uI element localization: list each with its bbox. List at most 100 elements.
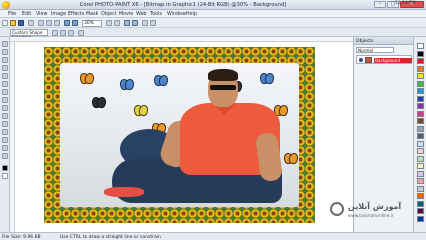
butterfly-icon — [92, 97, 106, 106]
cut-icon[interactable] — [38, 20, 44, 26]
docker-title: Objects — [354, 37, 414, 45]
color-swatch[interactable] — [417, 43, 424, 49]
color-swatch[interactable] — [417, 163, 424, 169]
effect-tool-icon[interactable] — [2, 145, 8, 151]
new-file-icon[interactable] — [2, 20, 8, 26]
fill-tool-icon[interactable] — [2, 113, 8, 119]
color-swatch[interactable] — [417, 178, 424, 184]
eraser-tool-icon[interactable] — [2, 129, 8, 135]
shape-tool-icon[interactable] — [2, 121, 8, 127]
color-swatch[interactable] — [417, 133, 424, 139]
toolbox — [0, 37, 10, 232]
zoom-tool-icon[interactable] — [2, 81, 8, 87]
zoom-out-icon[interactable] — [114, 20, 120, 26]
freehand-mask-tool-icon[interactable] — [2, 65, 8, 71]
color-swatch[interactable] — [417, 193, 424, 199]
color-swatch[interactable] — [417, 185, 424, 192]
pick-tool-icon[interactable] — [2, 41, 8, 47]
eye-icon[interactable] — [359, 58, 363, 62]
menu-image[interactable]: Image — [51, 12, 66, 17]
clone-tool-icon[interactable] — [2, 137, 8, 143]
color-swatch[interactable] — [417, 50, 424, 57]
menu-help[interactable]: Help — [186, 12, 197, 17]
color-swatch[interactable] — [417, 95, 424, 102]
menu-file[interactable]: File — [8, 12, 16, 17]
vertical-ruler — [10, 42, 15, 232]
menu-mask[interactable]: Mask — [86, 12, 98, 17]
color-swatch[interactable] — [417, 140, 424, 147]
photo-area — [60, 63, 299, 207]
menu-window[interactable]: Window — [167, 12, 186, 17]
document-image[interactable] — [44, 47, 315, 223]
copy-icon[interactable] — [46, 20, 52, 26]
standard-toolbar: 30% — [0, 18, 426, 28]
image-sprayer-tool-icon[interactable] — [2, 153, 8, 159]
eyedropper-tool-icon[interactable] — [2, 89, 8, 95]
color-swatch[interactable] — [417, 65, 424, 72]
menu-object[interactable]: Object — [101, 12, 117, 17]
zoom-in-icon[interactable] — [106, 20, 112, 26]
color-swatch[interactable] — [417, 118, 424, 124]
butterfly-icon — [120, 79, 134, 88]
menu-effects[interactable]: Effects — [68, 12, 84, 17]
color-swatch[interactable] — [417, 148, 424, 154]
options-icon[interactable] — [142, 20, 148, 26]
mask-transform-tool-icon[interactable] — [2, 49, 8, 55]
color-swatch[interactable] — [417, 88, 424, 94]
redo-icon[interactable] — [72, 20, 78, 26]
merge-mode-select[interactable]: Normal — [356, 47, 394, 53]
color-swatch[interactable] — [417, 80, 424, 87]
text-tool-icon[interactable] — [2, 97, 8, 103]
feather-icon[interactable] — [78, 29, 84, 36]
color-swatch[interactable] — [417, 200, 424, 207]
color-swatch[interactable] — [417, 215, 424, 222]
color-swatch[interactable] — [417, 103, 424, 109]
full-screen-icon[interactable] — [132, 20, 138, 26]
layer-row-background[interactable]: Background — [356, 55, 412, 64]
save-icon[interactable] — [18, 20, 24, 26]
color-swatch[interactable] — [417, 110, 424, 117]
menu-bar: File Edit View Image Effects Mask Object… — [0, 10, 426, 18]
fit-page-icon[interactable] — [124, 20, 130, 26]
man-sunglasses — [210, 85, 236, 90]
color-swatch[interactable] — [417, 208, 424, 214]
foreground-color-swatch[interactable] — [2, 165, 8, 171]
horizontal-ruler — [10, 37, 353, 42]
title-bar: Corel PHOTO-PAINT X6 - [Bitmap in Graphi… — [0, 0, 426, 10]
gear-icon[interactable] — [150, 20, 156, 26]
color-swatch[interactable] — [417, 155, 424, 162]
man-hair — [208, 69, 238, 81]
zoom-level-field[interactable]: 30% — [82, 20, 102, 27]
brush-size-icon[interactable] — [60, 29, 66, 36]
window-title: Corel PHOTO-PAINT X6 - [Bitmap in Graphi… — [79, 1, 287, 8]
status-hint: Use CTRL to draw a straight line or cons… — [60, 234, 161, 240]
paste-icon[interactable] — [54, 20, 60, 26]
undo-icon[interactable] — [64, 20, 70, 26]
color-swatch[interactable] — [417, 170, 424, 177]
brush-shape-icon[interactable] — [52, 29, 58, 36]
open-folder-icon[interactable] — [10, 20, 16, 26]
menu-view[interactable]: View — [36, 12, 47, 17]
print-icon[interactable] — [28, 20, 34, 26]
menu-edit[interactable]: Edit — [22, 12, 31, 17]
menu-tools[interactable]: Tools — [150, 12, 162, 17]
shape-mode-select[interactable]: Custom Shape Selection — [10, 29, 48, 40]
menu-web[interactable]: Web — [136, 12, 146, 17]
color-swatch[interactable] — [417, 58, 424, 64]
menu-movie[interactable]: Movie — [119, 12, 133, 17]
brush-tool-icon[interactable] — [2, 105, 8, 111]
crop-tool-icon[interactable] — [2, 73, 8, 79]
color-swatch[interactable] — [417, 125, 424, 132]
minimize-button[interactable]: – — [374, 1, 386, 8]
background-color-swatch[interactable] — [2, 173, 8, 179]
watermark-text: آموزش آنلاین — [348, 202, 402, 211]
color-swatch[interactable] — [417, 73, 424, 79]
layer-name: Background — [374, 57, 412, 63]
butterfly-icon — [284, 153, 298, 162]
butterfly-icon — [260, 73, 274, 82]
watermark-subtext: www.tutorialsonline.ir — [348, 213, 394, 218]
transparency-icon[interactable] — [68, 29, 74, 36]
butterfly-icon — [134, 105, 148, 114]
rectangle-mask-tool-icon[interactable] — [2, 57, 8, 63]
layer-thumbnail — [365, 57, 372, 63]
